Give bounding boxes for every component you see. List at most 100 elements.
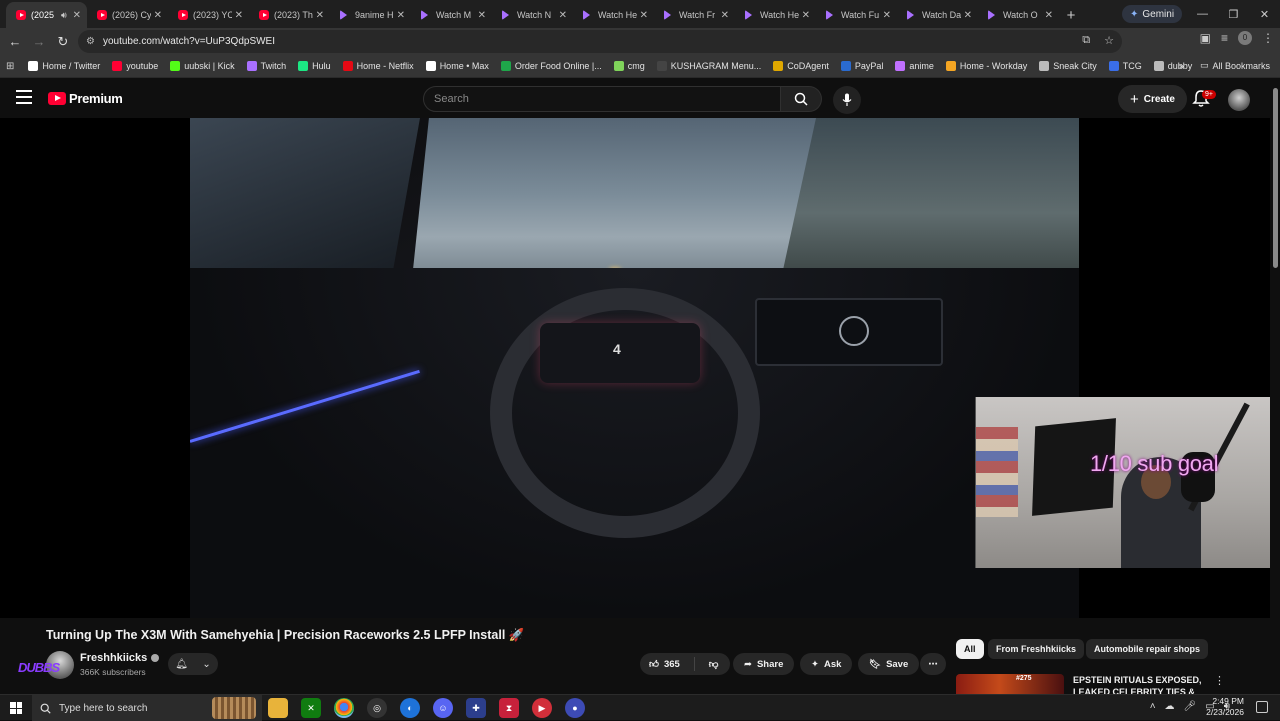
voice-search-button[interactable] xyxy=(833,86,861,114)
tab-search-icon[interactable]: ≡ xyxy=(1221,31,1228,45)
bookmark-item[interactable]: KUSHAGRAM Menu... xyxy=(656,61,761,71)
bookmark-item[interactable]: Sneak City xyxy=(1039,61,1097,71)
bookmark-item[interactable]: TCG xyxy=(1108,61,1142,71)
tab-close-icon[interactable]: ✕ xyxy=(154,10,162,21)
back-button[interactable]: ← xyxy=(3,30,27,54)
bookmark-item[interactable]: uubski | Kick xyxy=(170,61,235,71)
tab-close-icon[interactable]: ✕ xyxy=(721,10,729,21)
forward-button[interactable]: → xyxy=(27,30,51,54)
browser-tab[interactable]: Watch He ✕ xyxy=(573,2,654,28)
minimize-button[interactable]: — xyxy=(1187,0,1218,28)
bookmark-item[interactable]: Order Food Online |... xyxy=(500,61,602,71)
capcut-icon[interactable]: ⧗ xyxy=(499,698,519,718)
tab-close-icon[interactable]: ✕ xyxy=(316,10,324,21)
new-tab-button[interactable]: + xyxy=(1059,2,1083,28)
search-input[interactable] xyxy=(423,86,781,112)
discord-icon[interactable]: ☺ xyxy=(433,698,453,718)
restore-button[interactable]: ❐ xyxy=(1218,0,1249,28)
tab-close-icon[interactable]: ✕ xyxy=(1045,10,1053,21)
tray-chevron-up-icon[interactable]: ˄ xyxy=(1150,701,1156,712)
apps-grid-icon[interactable]: ⊞ xyxy=(6,61,14,72)
bookmark-item[interactable]: CoDAgent xyxy=(773,61,829,71)
tray-cloud-icon[interactable]: ☁ xyxy=(1165,701,1175,712)
recommended-more-icon[interactable]: ⋮ xyxy=(1214,674,1225,687)
tab-close-icon[interactable]: ✕ xyxy=(235,10,243,21)
chip-all[interactable]: All xyxy=(956,639,984,659)
save-button[interactable]: 🔖︎ Save xyxy=(858,653,920,675)
subscribed-notifications-button[interactable]: 🔔︎ ⌄ xyxy=(168,653,218,675)
browser-tab[interactable]: (2026) Cy ✕ xyxy=(87,2,168,28)
browser-tab[interactable]: Watch Fu ✕ xyxy=(816,2,897,28)
bookmark-item[interactable]: cmg xyxy=(613,61,645,71)
profile-avatar[interactable]: 0 xyxy=(1238,31,1252,45)
edge-icon[interactable]: ◐ xyxy=(400,698,420,718)
browser-tab[interactable]: Watch He ✕ xyxy=(735,2,816,28)
youtube-logo[interactable]: Premium xyxy=(48,91,123,106)
tab-close-icon[interactable]: ✕ xyxy=(478,10,486,21)
bookmark-star-icon[interactable]: ☆ xyxy=(1104,34,1114,47)
gemini-button[interactable]: ✦ Gemini xyxy=(1122,5,1183,23)
chip-automobile-repair[interactable]: Automobile repair shops xyxy=(1086,639,1209,659)
search-button[interactable] xyxy=(781,86,822,112)
sidepanel-icon[interactable]: ▣ xyxy=(1200,31,1211,45)
tab-close-icon[interactable]: ✕ xyxy=(883,10,891,21)
share-button[interactable]: ➦ Share xyxy=(733,653,795,675)
tab-close-icon[interactable]: ✕ xyxy=(559,10,567,21)
chrome-menu-icon[interactable]: ⋮ xyxy=(1262,31,1274,45)
browser-tab[interactable]: Watch N ✕ xyxy=(492,2,573,28)
bookmark-item[interactable]: Home - Netflix xyxy=(342,61,414,71)
tab-close-icon[interactable]: ✕ xyxy=(73,10,81,21)
dislike-button[interactable]: 👎︎ xyxy=(700,653,728,675)
browser-tab[interactable]: (2023) YC ✕ xyxy=(168,2,249,28)
tab-audio-icon[interactable]: 🔊︎ xyxy=(61,10,67,21)
bookmark-item[interactable]: Home • Max xyxy=(425,61,489,71)
bookmark-item[interactable]: Home - Workday xyxy=(945,61,1027,71)
tab-close-icon[interactable]: ✕ xyxy=(964,10,972,21)
tray-mic-icon[interactable]: 🎤︎ xyxy=(1184,701,1197,712)
chip-from-channel[interactable]: From Freshhkiicks xyxy=(988,639,1085,659)
browser-tab[interactable]: Watch Fr ✕ xyxy=(654,2,735,28)
tab-close-icon[interactable]: ✕ xyxy=(640,10,648,21)
browser-tab[interactable]: Watch M ✕ xyxy=(411,2,492,28)
video-player[interactable] xyxy=(0,118,1270,618)
reload-button[interactable]: ↻ xyxy=(51,30,75,54)
like-button[interactable]: 👍︎ 365 xyxy=(640,653,689,675)
browser-tab[interactable]: (2025 🔊︎ ✕ xyxy=(6,2,87,28)
more-actions-button[interactable]: ⋯ xyxy=(920,653,946,675)
media-player-icon[interactable]: ▶ xyxy=(532,698,552,718)
taskbar-search-box[interactable]: Type here to search xyxy=(32,695,262,721)
taskbar-clock[interactable]: 2:49 PM 2/23/2026 xyxy=(1206,696,1244,718)
all-bookmarks-folder[interactable]: ▭ All Bookmarks xyxy=(1200,60,1270,71)
recommended-video-thumbnail[interactable]: #275 xyxy=(956,674,1064,694)
obs-icon[interactable]: ◎ xyxy=(367,698,387,718)
app-icon[interactable]: ● xyxy=(565,698,585,718)
browser-tab[interactable]: Watch Da ✕ xyxy=(897,2,978,28)
bookmarks-overflow-icon[interactable]: » xyxy=(1179,61,1184,71)
menu-hamburger-icon[interactable] xyxy=(16,90,32,104)
notification-center-icon[interactable] xyxy=(1256,701,1268,713)
close-window-button[interactable]: ✕ xyxy=(1249,0,1280,28)
chrome-icon[interactable] xyxy=(334,698,354,718)
bookmark-item[interactable]: Home / Twitter xyxy=(28,61,100,71)
browser-tab[interactable]: 9anime H ✕ xyxy=(330,2,411,28)
bookmark-item[interactable]: anime xyxy=(895,61,934,71)
recommended-video-title[interactable]: EPSTEIN RITUALS EXPOSED, LEAKED CELEBRIT… xyxy=(1073,674,1208,694)
ask-button[interactable]: ✦ Ask xyxy=(800,653,853,675)
windows-start-icon[interactable] xyxy=(10,702,22,714)
bookmark-item[interactable]: Twitch xyxy=(246,61,286,71)
account-avatar[interactable] xyxy=(1228,89,1250,111)
browser-tab[interactable]: (2023) Th ✕ xyxy=(249,2,330,28)
bookmark-item[interactable]: Hulu xyxy=(298,61,331,71)
gamepad-icon[interactable]: ✚ xyxy=(466,698,486,718)
browser-tab[interactable]: Watch O ✕ xyxy=(978,2,1059,28)
bookmark-item[interactable]: youtube xyxy=(112,61,158,71)
address-bar[interactable]: ⚙ youtube.com/watch?v=UuP3QdpSWEI ⧉ ☆ xyxy=(78,30,1122,53)
bookmark-item[interactable]: PayPal xyxy=(840,61,883,71)
page-scrollbar[interactable] xyxy=(1273,88,1278,268)
channel-name-link[interactable]: Freshhkiicks xyxy=(80,652,160,664)
cast-icon[interactable]: ⧉ xyxy=(1082,34,1090,47)
create-button[interactable]: + Create xyxy=(1118,85,1187,113)
file-explorer-icon[interactable] xyxy=(268,698,288,718)
tab-close-icon[interactable]: ✕ xyxy=(397,10,405,21)
xbox-icon[interactable]: ✕ xyxy=(301,698,321,718)
